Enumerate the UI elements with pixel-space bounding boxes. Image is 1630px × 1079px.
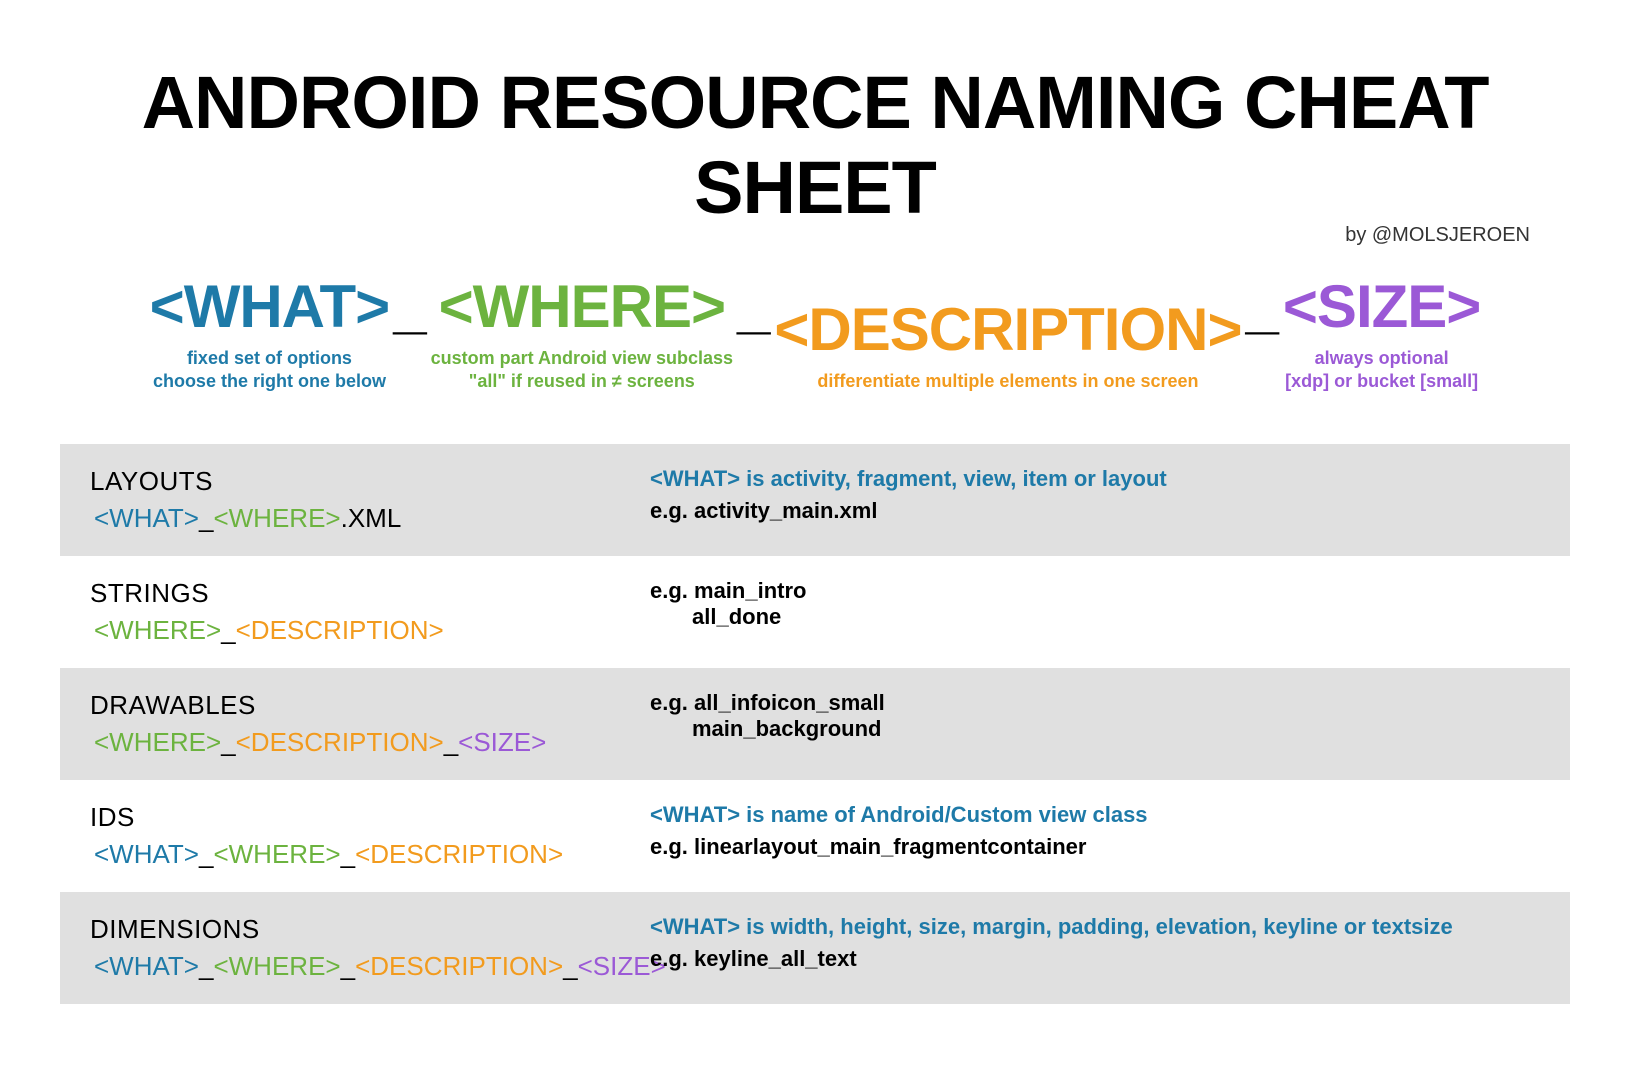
separator: _ <box>341 839 355 869</box>
formula-size-tag: <SIZE> <box>1283 277 1480 337</box>
rule-row-layouts: LAYOUTS <WHAT>_<WHERE>.XML <WHAT> is act… <box>60 444 1570 556</box>
separator: _ <box>1242 277 1283 337</box>
rule-note: <WHAT> is activity, fragment, view, item… <box>650 466 1540 492</box>
page-title: ANDROID RESOURCE NAMING CHEAT SHEET <box>60 60 1570 230</box>
separator: _ <box>389 277 430 337</box>
rule-example: e.g. all_infoicon_small main_background <box>650 690 1540 742</box>
rule-pattern: <WHAT>_<WHERE>_<DESCRIPTION>_<SIZE> <box>90 951 650 982</box>
pattern-where: <WHERE> <box>94 727 221 757</box>
rule-heading: DIMENSIONS <box>90 914 650 945</box>
formula-where-sub: custom part Android view subclass "all" … <box>431 347 733 394</box>
separator: _ <box>341 951 355 981</box>
pattern-size: <SIZE> <box>458 727 546 757</box>
separator: _ <box>199 839 213 869</box>
pattern-what: <WHAT> <box>94 839 199 869</box>
rule-pattern: <WHAT>_<WHERE>_<DESCRIPTION> <box>90 839 650 870</box>
rule-example: e.g. linearlayout_main_fragmentcontainer <box>650 834 1540 860</box>
rule-row-dimensions: DIMENSIONS <WHAT>_<WHERE>_<DESCRIPTION>_… <box>60 892 1570 1004</box>
pattern-desc: <DESCRIPTION> <box>355 951 563 981</box>
rule-heading: DRAWABLES <box>90 690 650 721</box>
formula-where-tag: <WHERE> <box>439 277 725 337</box>
pattern-desc: <DESCRIPTION> <box>355 839 563 869</box>
pattern-where: <WHERE> <box>94 615 221 645</box>
rule-row-ids: IDS <WHAT>_<WHERE>_<DESCRIPTION> <WHAT> … <box>60 780 1570 892</box>
formula-what-sub: fixed set of options choose the right on… <box>153 347 386 394</box>
example-line1: e.g. all_infoicon_small <box>650 690 885 715</box>
example-line1: e.g. main_intro <box>650 578 806 603</box>
rules-table: LAYOUTS <WHAT>_<WHERE>.XML <WHAT> is act… <box>60 444 1570 1004</box>
rule-heading: LAYOUTS <box>90 466 650 497</box>
pattern-where: <WHERE> <box>213 839 340 869</box>
separator: _ <box>563 951 577 981</box>
separator: _ <box>199 951 213 981</box>
separator: _ <box>199 503 213 533</box>
formula-size-sub: always optional [xdp] or bucket [small] <box>1285 347 1478 394</box>
formula-what-tag: <WHAT> <box>150 277 390 337</box>
pattern-where: <WHERE> <box>213 951 340 981</box>
rule-pattern: <WHERE>_<DESCRIPTION> <box>90 615 650 646</box>
rule-row-drawables: DRAWABLES <WHERE>_<DESCRIPTION>_<SIZE> e… <box>60 668 1570 780</box>
pattern-what: <WHAT> <box>94 951 199 981</box>
rule-example: e.g. activity_main.xml <box>650 498 1540 524</box>
pattern-where: <WHERE> <box>213 503 340 533</box>
example-line2: all_done <box>650 604 781 630</box>
formula-desc-sub: differentiate multiple elements in one s… <box>817 370 1198 393</box>
separator: _ <box>221 615 235 645</box>
rule-heading: STRINGS <box>90 578 650 609</box>
separator: _ <box>221 727 235 757</box>
formula-desc-tag: <DESCRIPTION> <box>774 300 1241 360</box>
pattern-suffix: .XML <box>341 503 402 533</box>
rule-pattern: <WHERE>_<DESCRIPTION>_<SIZE> <box>90 727 650 758</box>
rule-note: <WHAT> is name of Android/Custom view cl… <box>650 802 1540 828</box>
pattern-desc: <DESCRIPTION> <box>236 727 444 757</box>
rule-row-strings: STRINGS <WHERE>_<DESCRIPTION> e.g. main_… <box>60 556 1570 668</box>
pattern-desc: <DESCRIPTION> <box>236 615 444 645</box>
rule-example: e.g. keyline_all_text <box>650 946 1540 972</box>
example-line2: main_background <box>650 716 881 742</box>
separator: _ <box>733 277 774 337</box>
naming-formula: <WHAT> fixed set of options choose the r… <box>60 277 1570 394</box>
rule-example: e.g. main_intro all_done <box>650 578 1540 630</box>
rule-pattern: <WHAT>_<WHERE>.XML <box>90 503 650 534</box>
rule-note: <WHAT> is width, height, size, margin, p… <box>650 914 1540 940</box>
rule-heading: IDS <box>90 802 650 833</box>
separator: _ <box>444 727 458 757</box>
pattern-what: <WHAT> <box>94 503 199 533</box>
